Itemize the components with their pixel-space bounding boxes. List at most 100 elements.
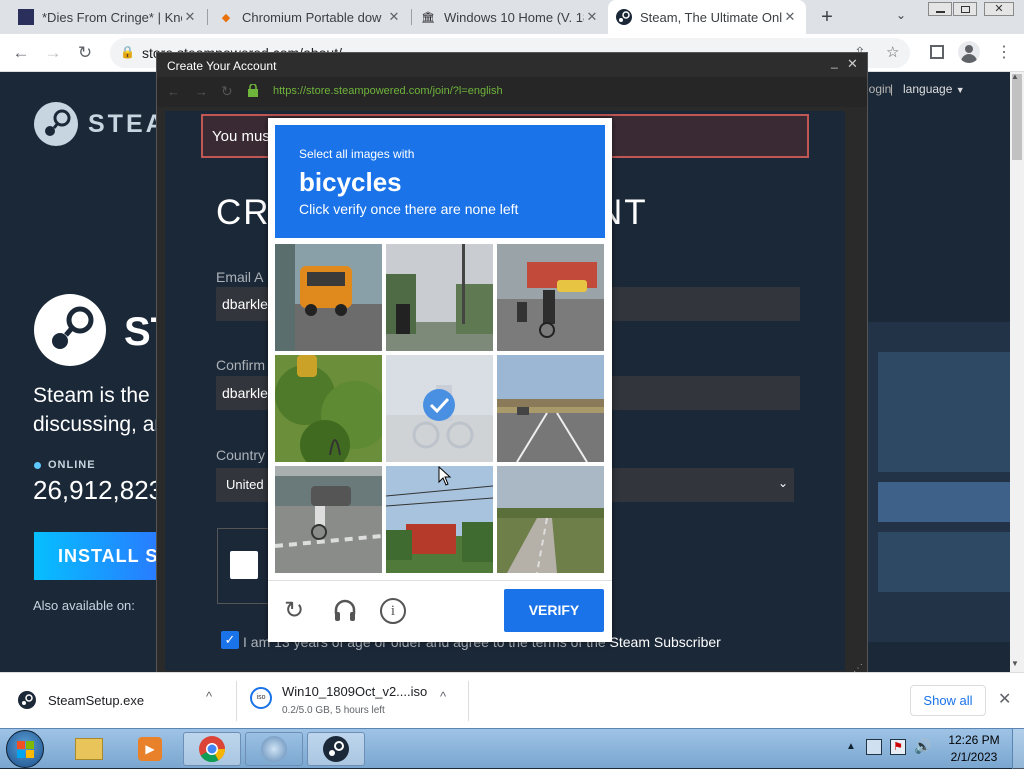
install-steam-button[interactable]: INSTALL ST — [34, 532, 174, 580]
show-all-button[interactable]: Show all — [910, 685, 986, 716]
captcha-header: Select all images with bicycles Click ve… — [275, 125, 605, 238]
archive-favicon-icon: 🏛 — [421, 11, 435, 24]
steam-taskbar-icon[interactable] — [307, 732, 365, 766]
captcha-tile-6[interactable] — [497, 355, 604, 462]
tab-knowyourmeme[interactable]: *Dies From Cringe* | Kno ✕ — [10, 0, 206, 34]
network-tray-icon[interactable] — [866, 739, 882, 755]
tab-title: Windows 10 Home (V. 18 — [444, 9, 584, 25]
install-label: INSTALL ST — [58, 546, 171, 566]
recaptcha-box — [217, 528, 273, 604]
show-desktop-button[interactable] — [1012, 729, 1024, 769]
volume-tray-icon[interactable]: 🔊 — [914, 738, 931, 755]
page-scrollbar[interactable] — [1010, 72, 1024, 672]
close-download-bar-icon[interactable]: ✕ — [998, 689, 1011, 709]
captcha-tile-1[interactable] — [275, 244, 382, 351]
email-label: Email A — [216, 269, 264, 285]
scroll-down-arrow-icon[interactable]: ▼ — [1011, 659, 1019, 668]
restore-button[interactable] — [953, 2, 977, 16]
download-options-chevron-icon[interactable]: ^ — [440, 689, 446, 704]
media-player-taskbar-icon[interactable]: ▶ — [121, 732, 179, 766]
network-taskbar-icon[interactable] — [245, 732, 303, 766]
online-dot-icon — [34, 462, 41, 469]
tab-strip: *Dies From Cringe* | Kno ✕ ◆ Chromium Po… — [0, 0, 1024, 34]
online-label: ONLINE — [48, 459, 96, 471]
chrome-taskbar-icon[interactable] — [183, 732, 241, 766]
scroll-up-arrow-icon[interactable]: ▲ — [1011, 72, 1019, 81]
back-arrow-icon[interactable]: ← — [8, 40, 34, 66]
verify-button[interactable]: VERIFY — [504, 589, 604, 632]
tab-separator — [207, 9, 208, 25]
download-bar: SteamSetup.exe ^ iso Win10_1809Oct_v2...… — [0, 672, 1024, 728]
country-label: Country — [216, 447, 266, 463]
show-hidden-icons-arrow-icon[interactable]: ▲ — [846, 741, 856, 752]
forward-arrow-icon[interactable]: → — [40, 40, 66, 66]
steam-favicon-icon — [616, 9, 632, 25]
agree-checkbox[interactable]: ✓ — [221, 631, 239, 649]
popup-reload-icon[interactable]: ↻ — [221, 83, 233, 100]
start-button[interactable] — [6, 730, 44, 768]
captcha-tile-7[interactable] — [275, 466, 382, 573]
side-panel-icon[interactable] — [930, 45, 944, 59]
download-filename[interactable]: Win10_1809Oct_v2....iso — [282, 684, 427, 699]
language-dropdown[interactable]: language ▼ — [903, 82, 965, 96]
popup-lock-icon — [247, 83, 259, 97]
profile-avatar-icon[interactable] — [958, 41, 980, 63]
captcha-tile-5[interactable] — [386, 355, 493, 462]
close-tab-icon[interactable]: ✕ — [182, 9, 198, 25]
language-label: language — [903, 82, 953, 96]
captcha-challenge: Select all images with bicycles Click ve… — [268, 118, 612, 642]
page-scrollbar-thumb[interactable] — [1012, 74, 1022, 160]
tab-chromium-portable[interactable]: ◆ Chromium Portable dow ✕ — [210, 0, 410, 34]
steam-logo-icon[interactable] — [34, 102, 78, 146]
tab-steam[interactable]: Steam, The Ultimate Onli ✕ — [608, 0, 806, 34]
monitor-illustration — [868, 322, 1010, 642]
reload-challenge-icon[interactable]: ↻ — [284, 596, 304, 625]
explorer-taskbar-icon[interactable] — [60, 732, 118, 766]
captcha-tile-2[interactable] — [386, 244, 493, 351]
close-window-button[interactable]: ✕ — [984, 2, 1014, 16]
new-tab-button[interactable]: + — [816, 6, 838, 28]
verify-label: VERIFY — [528, 602, 580, 618]
action-center-flag-icon[interactable]: ⚑ — [890, 739, 906, 755]
captcha-tile-3[interactable] — [497, 244, 604, 351]
divider-bar: | — [890, 82, 894, 96]
close-tab-icon[interactable]: ✕ — [782, 9, 798, 25]
download-divider — [236, 681, 237, 721]
steam-setup-file-icon — [18, 691, 36, 709]
download-filename[interactable]: SteamSetup.exe — [48, 693, 144, 708]
captcha-footer-divider — [268, 580, 612, 581]
kym-favicon-icon — [18, 9, 34, 25]
lock-icon: 🔒 — [120, 45, 135, 59]
menu-kebab-icon[interactable]: ⋮ — [996, 42, 1012, 62]
reload-icon[interactable]: ↻ — [72, 40, 98, 66]
bookmark-star-icon[interactable]: ☆ — [886, 43, 899, 61]
subscriber-agreement-link[interactable]: Steam Subscriber — [610, 634, 721, 650]
windows-taskbar: ▶ ▲ ⚑ 🔊 12:26 PM 2/1/2023 — [0, 728, 1024, 769]
captcha-tile-9[interactable] — [497, 466, 604, 573]
clock-date[interactable]: 2/1/2023 — [944, 750, 1004, 764]
captcha-target: bicycles — [299, 167, 402, 197]
popup-address-bar: ← → ↻ https://store.steampowered.com/joi… — [157, 77, 867, 107]
diamond-favicon-icon: ◆ — [221, 11, 231, 24]
close-tab-icon[interactable]: ✕ — [584, 9, 600, 25]
tab-search-chevron-icon[interactable]: ⌄ — [896, 8, 906, 22]
confirm-email-label: Confirm — [216, 357, 266, 373]
login-link[interactable]: login — [866, 82, 891, 96]
popup-minimize-button[interactable]: _ — [831, 55, 838, 69]
popup-back-icon[interactable]: ← — [167, 84, 180, 99]
dropdown-arrow-icon: ▼ — [955, 85, 965, 95]
close-tab-icon[interactable]: ✕ — [386, 9, 402, 25]
recaptcha-checkbox[interactable] — [230, 551, 258, 579]
tab-windows10[interactable]: 🏛 Windows 10 Home (V. 18 ✕ — [412, 0, 608, 34]
audio-challenge-icon[interactable] — [332, 598, 358, 624]
captcha-tile-4[interactable] — [275, 355, 382, 462]
info-icon[interactable]: i — [380, 598, 406, 624]
download-options-chevron-icon[interactable]: ^ — [206, 689, 212, 704]
popup-close-button[interactable]: ✕ — [847, 56, 858, 72]
popup-forward-icon[interactable]: → — [195, 84, 208, 99]
clock-time[interactable]: 12:26 PM — [944, 733, 1004, 747]
email-value: dbarkle — [222, 296, 268, 312]
popup-title: Create Your Account — [167, 59, 277, 73]
iso-file-progress-icon: iso — [250, 687, 272, 709]
minimize-button[interactable] — [928, 2, 952, 16]
